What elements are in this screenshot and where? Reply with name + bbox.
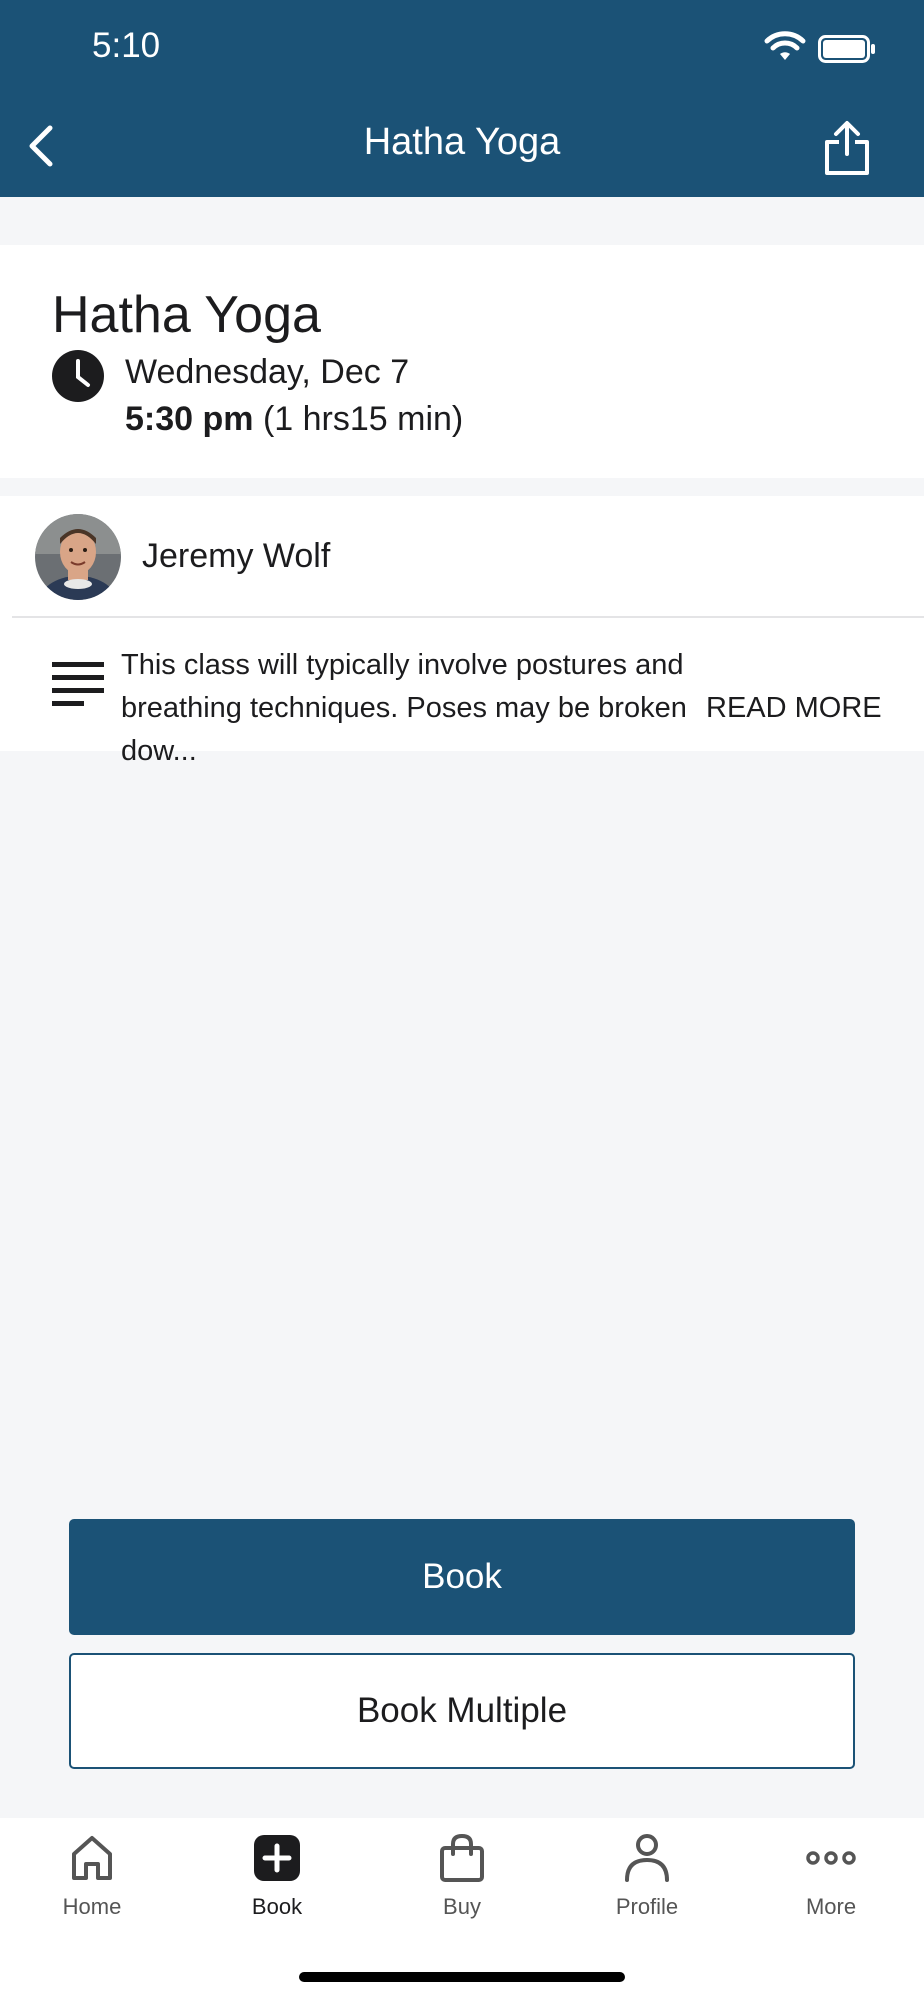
tab-more[interactable]: More [771,1832,891,1932]
book-multiple-button[interactable]: Book Multiple [69,1653,855,1769]
bag-icon [440,1833,484,1882]
home-icon [72,1836,112,1880]
class-time: 5:30 pm (1 hrs15 min) [125,400,463,439]
tab-home-label: Home [62,1894,122,1919]
description-icon [52,662,104,706]
book-button[interactable]: Book [69,1519,855,1635]
tab-home[interactable]: Home [32,1832,152,1932]
home-indicator[interactable] [299,1972,625,1982]
plus-icon [254,1835,300,1881]
avatar-photo [35,514,121,600]
share-icon[interactable] [822,120,872,176]
clock-icon [52,350,104,402]
more-icon [806,1851,856,1865]
person-icon [625,1834,669,1882]
tab-book-label: Book [251,1894,303,1919]
class-title: Hatha Yoga [52,286,321,344]
instructor-avatar[interactable] [35,514,121,600]
divider [12,616,924,618]
tab-more-label: More [805,1894,857,1919]
tab-buy[interactable]: Buy [402,1832,522,1932]
tab-book[interactable]: Book [217,1832,337,1932]
read-more-link[interactable]: READ MORE [706,687,882,730]
page-title: Hatha Yoga [363,121,561,163]
tab-profile[interactable]: Profile [587,1832,707,1932]
wifi-icon [764,31,806,60]
battery-icon [818,35,875,63]
status-time: 5:10 [92,26,161,65]
class-duration: (1 hrs15 min) [262,400,464,438]
class-start-time: 5:30 pm [125,400,254,438]
class-date: Wednesday, Dec 7 [125,353,410,391]
top-bar: 5:10 Hatha Yoga [0,0,924,197]
tab-buy-label: Buy [443,1894,481,1919]
class-description: This class will typically involve postur… [121,649,687,767]
tab-profile-label: Profile [615,1894,679,1919]
instructor-name[interactable]: Jeremy Wolf [142,537,330,576]
